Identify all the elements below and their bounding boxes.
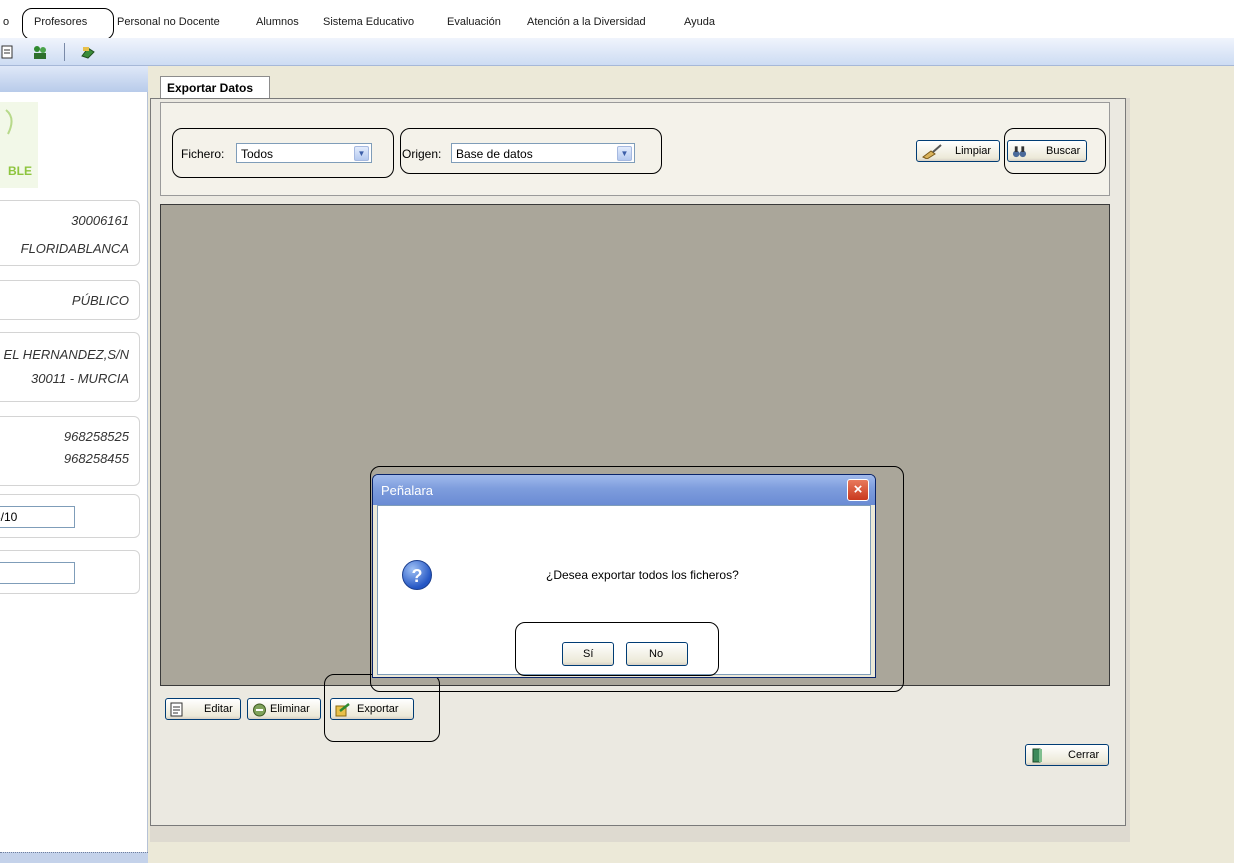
limpiar-label: Limpiar [955,145,992,157]
school-phones-box: 968258525 968258455 [0,416,140,486]
toolbar-edit-icon[interactable] [0,44,16,60]
eliminar-button[interactable]: Eliminar [247,698,321,720]
menu-item-evaluacion[interactable]: Evaluación [447,16,501,28]
school-address-box: EL HERNANDEZ,S/N 30011 - MURCIA [0,332,140,402]
logo-arc-icon [5,109,13,135]
left-panel-header [0,66,148,92]
origen-select[interactable]: Base de datos ▼ [451,143,635,163]
school-type-box: PÚBLICO [0,280,140,320]
school-phone2: 968258455 [63,451,129,466]
question-icon: ? [402,560,432,590]
si-button[interactable]: Sí [562,642,614,666]
extra-field[interactable] [0,562,75,584]
tab-label: Exportar Datos [167,81,254,95]
toolbar-separator [64,43,65,61]
close-icon[interactable]: × [847,479,869,501]
fichero-select-value: Todos [241,147,274,161]
menu-item-partial[interactable]: o [3,16,9,28]
limpiar-button[interactable]: Limpiar [916,140,1000,162]
binoculars-icon [1012,146,1027,158]
exportar-label: Exportar [357,703,399,715]
buscar-label: Buscar [1046,145,1081,157]
school-address-line2: 30011 - MURCIA [30,371,129,386]
dialog-body: ? ¿Desea exportar todos los ficheros? Sí… [377,505,871,675]
dialog-message: ¿Desea exportar todos los ficheros? [546,568,739,582]
menu-item-personal-no-docente[interactable]: Personal no Docente [117,16,220,28]
school-id-box: 30006161 FLORIDABLANCA [0,200,140,266]
school-logo: BLE [0,102,38,188]
extra-field-box [0,550,140,594]
school-phone1: 968258525 [63,429,129,444]
origen-select-value: Base de datos [456,147,533,161]
cerrar-label: Cerrar [1068,749,1100,761]
eliminar-label: Eliminar [270,703,310,715]
school-address-line1: EL HERNANDEZ,S/N [3,347,129,362]
date-field[interactable]: 3/10 [0,506,75,528]
menu-bar: o Profesores Personal no Docente Alumnos… [0,0,1234,38]
chevron-down-icon[interactable]: ▼ [617,146,632,161]
toolbar-export-icon[interactable] [80,44,96,60]
left-panel-scrollbar[interactable] [0,852,148,863]
school-name: FLORIDABLANCA [20,241,129,256]
tab-exportar-datos[interactable]: Exportar Datos [160,76,270,98]
toolbar [0,38,1234,66]
no-button[interactable]: No [626,642,688,666]
menu-item-ayuda[interactable]: Ayuda [684,16,715,28]
school-type: PÚBLICO [71,293,129,308]
menu-item-profesores[interactable]: Profesores [34,16,87,28]
school-code: 30006161 [71,213,129,228]
edit-icon [170,702,183,717]
broom-icon [922,144,942,159]
fichero-select[interactable]: Todos ▼ [236,143,372,163]
chevron-down-icon[interactable]: ▼ [354,146,369,161]
confirm-dialog: Peñalara × ? ¿Desea exportar todos los f… [372,474,876,678]
buscar-button[interactable]: Buscar [1007,140,1087,162]
toolbar-people-icon[interactable] [32,44,48,60]
menu-item-sistema-educativo[interactable]: Sistema Educativo [323,16,414,28]
menu-item-atencion-diversidad[interactable]: Atención a la Diversidad [527,16,646,28]
editar-label: Editar [204,703,233,715]
dialog-title: Peñalara [381,483,434,498]
trash-icon [253,703,266,717]
dialog-titlebar[interactable]: Peñalara × [373,475,875,505]
export-icon [335,703,350,717]
menu-item-alumnos[interactable]: Alumnos [256,16,299,28]
fichero-label: Fichero: [181,147,225,161]
date-box: 3/10 [0,494,140,538]
left-panel: BLE 30006161 FLORIDABLANCA PÚBLICO EL HE… [0,66,148,863]
editar-button[interactable]: Editar [165,698,241,720]
no-label: No [649,648,664,660]
door-icon [1032,748,1042,763]
cerrar-button[interactable]: Cerrar [1025,744,1109,766]
origen-label: Origen: [402,147,442,161]
si-label: Sí [583,648,594,660]
logo-text: BLE [8,164,32,178]
exportar-button[interactable]: Exportar [330,698,414,720]
